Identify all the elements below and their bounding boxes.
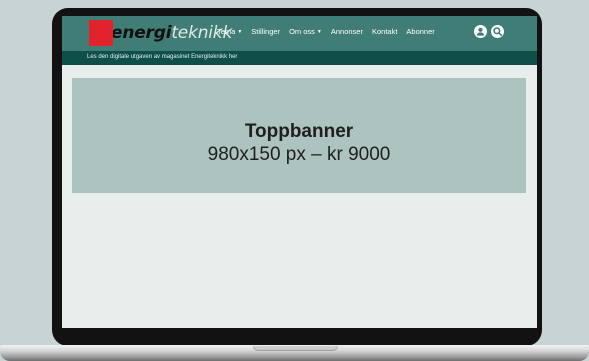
main-nav: Tema ▼ Stillinger Om oss ▼ Annonser Kont… [217,27,444,36]
banner-title: Toppbanner [244,121,354,142]
chevron-down-icon: ▼ [316,28,322,35]
logo-wordmark: energiteknikk [111,20,232,46]
nav-item-om-oss[interactable]: Om oss ▼ [289,27,322,36]
search-icon[interactable] [491,25,504,38]
nav-item-kontakt[interactable]: Kontakt [372,27,397,36]
site-logo[interactable]: energiteknikk [89,20,232,46]
user-icon[interactable] [474,25,487,38]
logo-mark-icon [89,20,113,46]
nav-item-label: Tema [217,27,236,36]
nav-item-label: Stillinger [251,27,281,36]
nav-item-label: Om oss [289,27,315,36]
nav-item-annonser[interactable]: Annonser [331,27,363,36]
digital-edition-bar[interactable]: Les den digitale utgaven av magasinet En… [62,51,537,65]
nav-item-tema[interactable]: Tema ▼ [217,27,242,36]
site-header: energiteknikk Tema ▼ Stillinger Om oss ▼… [62,16,537,51]
logo-bold-text: energi [111,23,172,43]
nav-item-abonner[interactable]: Abonner [406,27,434,36]
banner-size-price: 980x150 px – kr 9000 [207,144,391,165]
digital-edition-link[interactable]: Les den digitale utgaven av magasinet En… [87,54,237,60]
chevron-down-icon: ▼ [237,28,243,35]
nav-item-label: Kontakt [371,27,398,36]
nav-item-stillinger[interactable]: Stillinger [251,27,280,36]
laptop-notch [253,346,338,351]
browser-screen: energiteknikk Tema ▼ Stillinger Om oss ▼… [62,16,537,328]
nav-item-label: Annonser [330,27,363,36]
nav-item-label: Abonner [406,27,435,36]
top-banner-placeholder: Toppbanner 980x150 px – kr 9000 [72,78,526,193]
